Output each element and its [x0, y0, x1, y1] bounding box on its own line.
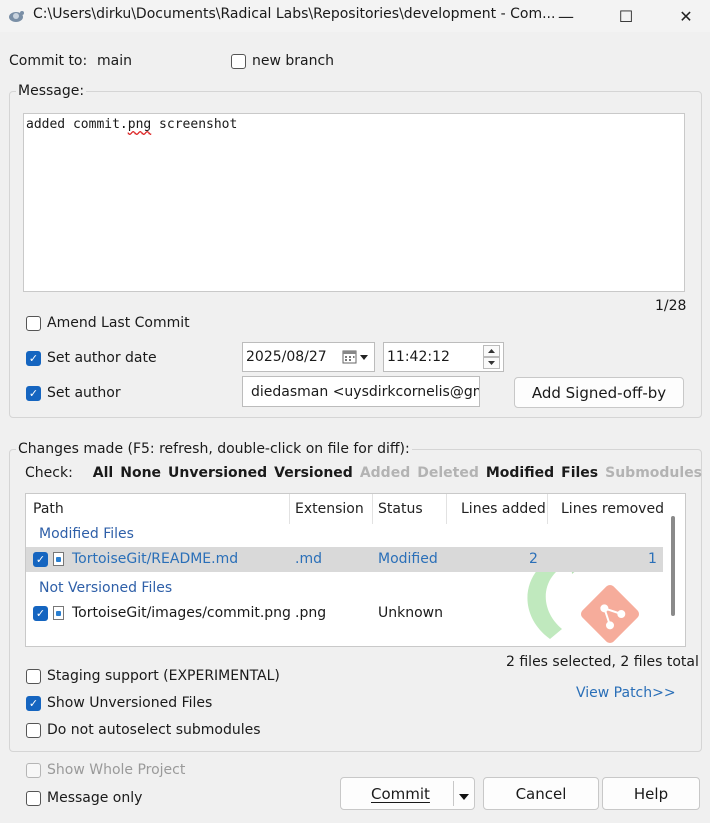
message-line-counter: 1/28	[655, 298, 687, 314]
branch-name: main	[97, 53, 132, 69]
amend-checkbox-box[interactable]	[26, 315, 41, 331]
filter-none[interactable]: None	[120, 465, 161, 481]
column-divider[interactable]	[547, 494, 548, 524]
message-text-before: added commit.	[26, 117, 128, 132]
amend-label: Amend Last Commit	[47, 315, 190, 331]
no-autoselect-label: Do not autoselect submodules	[47, 722, 261, 738]
set-author-checkbox[interactable]: ✓ Set author	[26, 385, 121, 401]
show-whole-project-checkbox-box	[26, 762, 41, 778]
commit-to-label: Commit to:	[9, 53, 88, 69]
commit-message-textarea[interactable]: added commit.png screenshot	[23, 113, 685, 292]
staging-checkbox[interactable]: Staging support (EXPERIMENTAL)	[26, 668, 280, 684]
column-header-status[interactable]: Status	[378, 494, 423, 524]
message-text-after: screenshot	[151, 117, 238, 132]
column-header-lines-removed[interactable]: Lines removed	[561, 494, 664, 524]
message-only-checkbox[interactable]: Message only	[26, 790, 142, 806]
group-not-versioned-files: Not Versioned Files	[39, 580, 173, 596]
add-signed-off-by-button[interactable]: Add Signed-off-by	[514, 377, 684, 408]
set-author-label: Set author	[47, 385, 121, 401]
commit-button[interactable]: Commit	[340, 777, 475, 810]
staging-label: Staging support (EXPERIMENTAL)	[47, 668, 280, 684]
cancel-button[interactable]: Cancel	[483, 777, 599, 810]
row-lines-added: 2	[529, 551, 538, 567]
column-header-lines-added[interactable]: Lines added	[461, 494, 546, 524]
row-path: TortoiseGit/README.md	[72, 551, 239, 567]
close-button[interactable]: ✕	[663, 0, 709, 32]
amend-checkbox[interactable]: Amend Last Commit	[26, 315, 190, 331]
changes-group-label: Changes made (F5: refresh, double-click …	[16, 441, 412, 457]
calendar-dropdown-icon[interactable]	[342, 349, 370, 369]
table-row[interactable]: ✓ TortoiseGit/images/commit.png .png Unk…	[26, 601, 663, 626]
author-date-label: Set author date	[47, 350, 157, 366]
column-divider[interactable]	[372, 494, 373, 524]
filter-modified[interactable]: Modified	[486, 465, 554, 481]
filter-deleted: Deleted	[417, 465, 479, 481]
commit-button-label: Commit	[371, 784, 430, 803]
filter-added: Added	[359, 465, 411, 481]
no-autoselect-checkbox-box[interactable]	[26, 722, 41, 738]
help-button[interactable]: Help	[602, 777, 700, 810]
app-tortoise-icon	[7, 7, 25, 25]
maximize-button[interactable]: ☐	[603, 0, 649, 32]
row-status: Unknown	[378, 605, 443, 621]
filter-submodules: Submodules	[605, 465, 703, 481]
selection-summary: 2 files selected, 2 files total	[506, 654, 699, 670]
author-value: diedasman <uysdirkcornelis@gma	[251, 383, 480, 400]
message-only-checkbox-box[interactable]	[26, 790, 41, 806]
new-branch-checkbox[interactable]: new branch	[231, 53, 334, 69]
date-picker[interactable]: 2025/08/27	[242, 342, 375, 372]
author-date-check-icon[interactable]: ✓	[26, 350, 41, 366]
column-divider[interactable]	[446, 494, 447, 524]
filter-files[interactable]: Files	[561, 465, 598, 481]
row-path: TortoiseGit/images/commit.png	[72, 605, 291, 621]
author-date-checkbox[interactable]: ✓ Set author date	[26, 350, 157, 366]
show-whole-project-label: Show Whole Project	[47, 762, 186, 778]
file-list[interactable]: Path Extension Status Lines added Lines …	[25, 493, 686, 647]
date-value: 2025/08/27	[246, 349, 327, 365]
row-status: Modified	[378, 551, 438, 567]
window-title: C:\Users\dirku\Documents\Radical Labs\Re…	[33, 6, 556, 22]
split-divider	[453, 781, 454, 806]
message-text-misspelled: png	[127, 117, 152, 132]
check-label: Check:	[25, 465, 73, 481]
message-only-label: Message only	[47, 790, 143, 806]
author-input[interactable]: diedasman <uysdirkcornelis@gma	[242, 376, 480, 407]
time-spinner-arrows[interactable]	[483, 345, 500, 369]
show-unversioned-label: Show Unversioned Files	[47, 695, 213, 711]
column-header-path[interactable]: Path	[33, 494, 64, 524]
markdown-file-icon	[53, 552, 64, 566]
filter-unversioned[interactable]: Unversioned	[168, 465, 267, 481]
row-lines-removed: 1	[648, 551, 657, 567]
new-branch-checkbox-box[interactable]	[231, 53, 246, 69]
table-row[interactable]: ✓ TortoiseGit/README.md .md Modified 2 1	[26, 547, 663, 572]
message-group-label: Message:	[16, 83, 87, 99]
row-checkbox-check-icon[interactable]: ✓	[33, 606, 48, 621]
time-value: 11:42:12	[387, 349, 450, 365]
time-spinner[interactable]: 11:42:12	[383, 342, 504, 372]
row-extension: .md	[295, 551, 322, 567]
row-extension: .png	[295, 605, 327, 621]
title-bar: C:\Users\dirku\Documents\Radical Labs\Re…	[0, 0, 710, 32]
group-modified-files: Modified Files	[39, 526, 134, 542]
show-unversioned-check-icon[interactable]: ✓	[26, 695, 41, 711]
view-patch-link[interactable]: View Patch>>	[576, 685, 676, 701]
image-file-icon	[53, 606, 64, 620]
commit-dropdown-icon[interactable]	[458, 788, 470, 806]
show-unversioned-checkbox[interactable]: ✓ Show Unversioned Files	[26, 695, 212, 711]
new-branch-label: new branch	[252, 53, 335, 69]
minimize-button[interactable]: —	[543, 0, 589, 32]
filter-versioned[interactable]: Versioned	[274, 465, 353, 481]
staging-checkbox-box[interactable]	[26, 668, 41, 684]
no-autoselect-checkbox[interactable]: Do not autoselect submodules	[26, 722, 261, 738]
list-scrollbar-thumb[interactable]	[671, 516, 675, 616]
column-divider[interactable]	[289, 494, 290, 524]
filter-all[interactable]: All	[93, 465, 113, 481]
check-filter-bar: Check: All None Unversioned Versioned Ad…	[25, 465, 709, 481]
set-author-check-icon[interactable]: ✓	[26, 385, 41, 401]
row-checkbox-check-icon[interactable]: ✓	[33, 552, 48, 567]
column-header-extension[interactable]: Extension	[295, 494, 364, 524]
show-whole-project-checkbox: Show Whole Project	[26, 762, 185, 778]
